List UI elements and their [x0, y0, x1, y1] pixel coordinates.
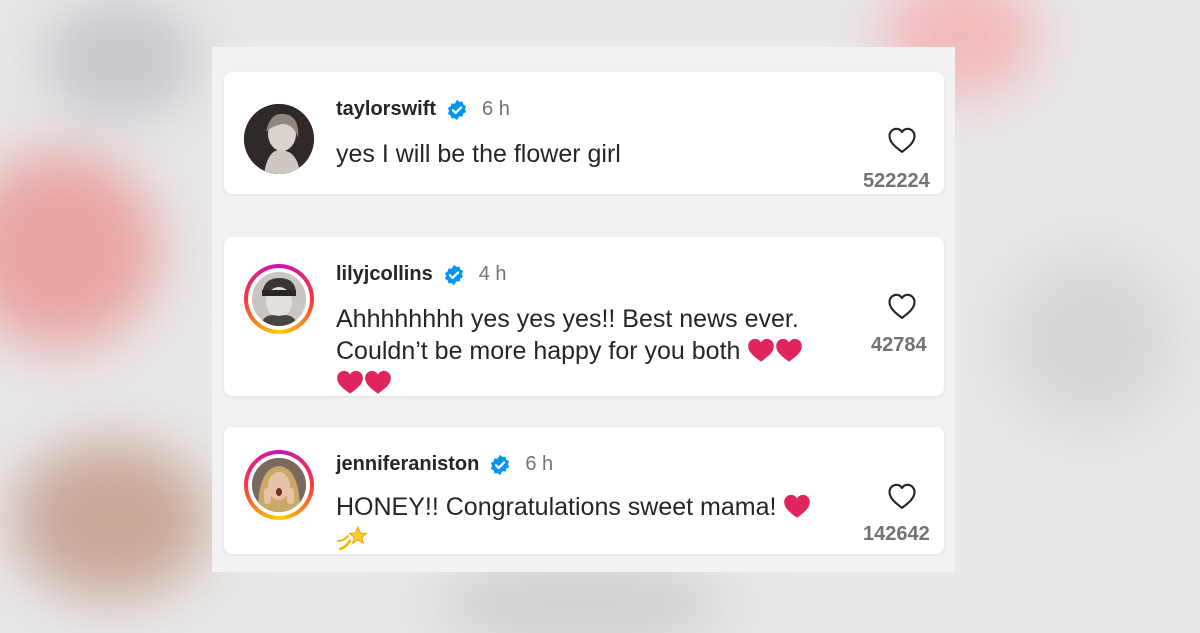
- red-heart-emoji: [337, 370, 363, 394]
- heart-outline-icon[interactable]: [887, 292, 917, 320]
- heart-outline-icon[interactable]: [887, 126, 917, 154]
- comment-text-line: Ahhhhhhhh yes yes yes!! Best news ever.: [336, 305, 799, 333]
- timestamp: 6 h: [525, 453, 554, 475]
- comment-card: jenniferaniston 6 h HONEY!! Congratulati…: [224, 427, 944, 554]
- timestamp: 6 h: [482, 98, 510, 120]
- verified-badge-icon: [447, 99, 467, 120]
- comment-text-line: HONEY!! Congratulations sweet mama!: [336, 493, 777, 521]
- red-heart-emoji: [748, 338, 775, 362]
- comment-text-line: Couldn’t be more happy for you both: [336, 337, 741, 365]
- avatar-photo: [252, 458, 306, 512]
- username[interactable]: lilyjcollins: [336, 263, 433, 286]
- avatar[interactable]: [244, 264, 314, 334]
- comment-text: HONEY!! Congratulations sweet mama!: [336, 491, 811, 557]
- avatar-photo: [244, 104, 314, 174]
- like-count: 522224: [863, 170, 930, 192]
- verified-badge-icon: [444, 264, 463, 285]
- comment-text: Ahhhhhhhh yes yes yes!! Best news ever. …: [336, 303, 803, 399]
- red-heart-emoji: [365, 370, 391, 394]
- avatar-photo: [252, 272, 306, 326]
- like-count: 142642: [863, 523, 930, 545]
- red-heart-emoji: [784, 494, 811, 518]
- username[interactable]: jenniferaniston: [336, 453, 479, 476]
- avatar[interactable]: [244, 104, 314, 174]
- comment-card: taylorswift 6 h yes I will be the flower…: [224, 72, 944, 194]
- verified-badge-icon: [491, 454, 510, 475]
- comment-card: lilyjcollins 4 h Ahhhhhhhh yes yes yes!!…: [224, 237, 944, 396]
- avatar[interactable]: [244, 450, 314, 520]
- comment-text: yes I will be the flower girl: [336, 140, 621, 168]
- username[interactable]: taylorswift: [336, 98, 436, 121]
- timestamp: 4 h: [478, 263, 507, 285]
- red-heart-emoji: [776, 338, 803, 362]
- like-count: 42784: [871, 334, 927, 356]
- dizzy-star-emoji: [337, 525, 368, 551]
- heart-outline-icon[interactable]: [887, 482, 917, 510]
